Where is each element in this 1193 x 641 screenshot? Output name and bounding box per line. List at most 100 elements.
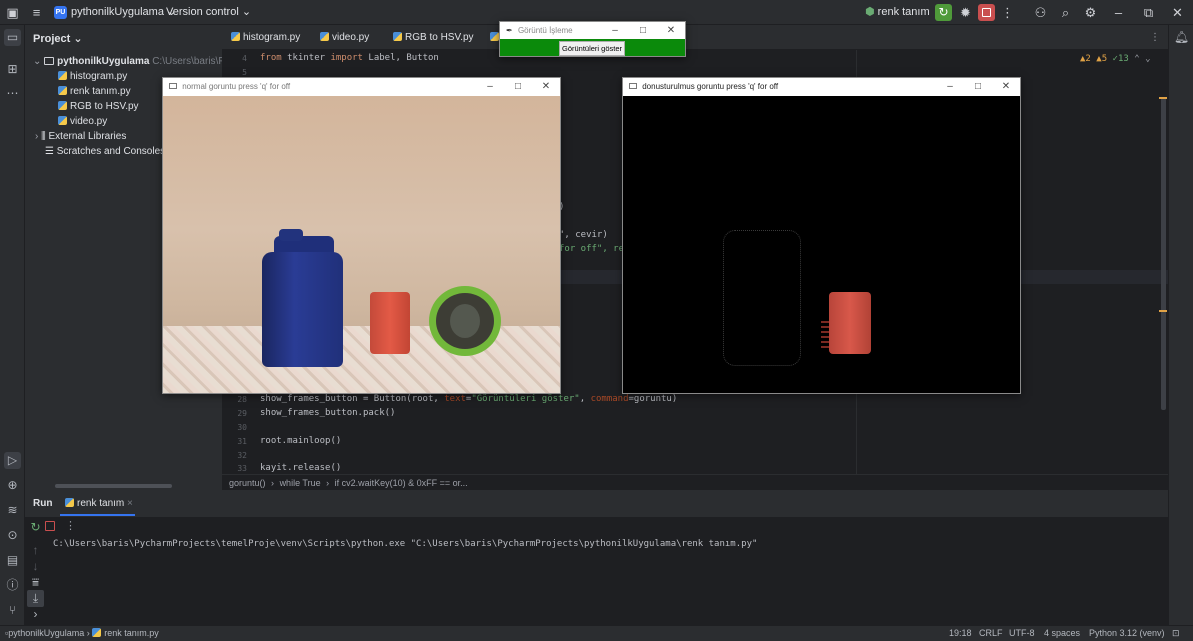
add-user-icon[interactable]: ⚇ (1032, 4, 1049, 21)
tree-scratches[interactable]: ☰ Scratches and Consoles (45, 144, 165, 159)
project-panel-header[interactable]: Project ⌄ (33, 32, 83, 45)
chevron-right-icon: › (326, 478, 330, 488)
settings-gear-icon[interactable]: ⚙ (1082, 4, 1099, 21)
breadcrumb-item[interactable]: if cv2.waitKey(10) & 0xFF == or... (335, 478, 468, 488)
status-path-project: pythonilkUygulama (8, 628, 85, 638)
code-keyword: import (330, 53, 363, 63)
close-icon[interactable]: ✕ (1169, 4, 1186, 21)
code-param: text (444, 394, 466, 404)
python-packages-icon[interactable]: ⊕ (4, 477, 21, 494)
problems-icon[interactable]: ⓘ (4, 577, 21, 594)
tabs-more-icon[interactable]: ⋮ (1150, 25, 1160, 50)
lock-icon[interactable]: ⊡ (1172, 626, 1180, 641)
tk-window-titlebar[interactable]: ✒ Görüntü İşleme – □ ✕ (500, 22, 685, 39)
run-config-selector[interactable]: ⬢ renk tanım ⌄ (865, 0, 942, 25)
tree-root-path: C:\Users\baris\PycharmProjects\pythonilk… (152, 56, 222, 67)
git-icon[interactable]: ⑂ (4, 602, 21, 619)
maximize-icon[interactable]: □ (508, 78, 528, 96)
code-line-33: kayit.release() (260, 463, 342, 473)
line-number: 4 (242, 54, 247, 63)
tree-file-renk-tanim[interactable]: renk tanım.py (58, 84, 131, 99)
maximize-icon[interactable]: □ (968, 78, 988, 96)
arrow-up-icon[interactable]: ↑ (27, 542, 44, 559)
scroll-to-end-icon[interactable]: ⤓ (27, 590, 44, 607)
table-surface (163, 326, 560, 393)
tree-file-rgb-to-hsv[interactable]: RGB to HSV.py (58, 99, 139, 114)
close-tab-icon[interactable]: × (127, 498, 133, 509)
status-path[interactable]: ▫pythonilkUygulama › renk tanım.py (5, 626, 159, 641)
normal-window-titlebar[interactable]: normal goruntu press 'q' for off – □ ✕ (163, 78, 560, 96)
run-tab-renk-tanim[interactable]: renk tanım × (65, 498, 133, 509)
minimize-icon[interactable]: – (940, 78, 960, 96)
restore-icon[interactable]: ⧉ (1140, 4, 1157, 21)
vertical-scrollbar[interactable] (1161, 97, 1166, 410)
warning-marker[interactable] (1159, 97, 1167, 99)
more-tools-icon[interactable]: ⋯ (4, 85, 21, 102)
stop-button[interactable] (978, 4, 995, 21)
more-icon[interactable]: › (27, 606, 44, 623)
vcs-selector[interactable]: Version control ⌄ (166, 0, 251, 25)
code-line-4: from tkinter import Label, Button (260, 53, 439, 63)
structure-icon[interactable]: ⊞ (4, 61, 21, 78)
horizontal-scrollbar[interactable] (55, 484, 172, 488)
project-selector-label: pythonilkUygulama (71, 6, 164, 18)
run-config-icon: ⬢ (865, 6, 875, 18)
tk-window: ✒ Görüntü İşleme – □ ✕ Görüntüleri göste… (499, 21, 686, 57)
search-icon[interactable]: ⌕ (1057, 4, 1074, 21)
maximize-icon[interactable]: □ (633, 22, 653, 40)
notifications-bell-icon[interactable]: 🔔︎ (1173, 29, 1190, 46)
more-actions-icon[interactable]: ⋮ (65, 519, 76, 532)
run-tool-icon[interactable]: ▷ (4, 452, 21, 469)
services-icon[interactable]: ⊙ (4, 527, 21, 544)
more-actions-icon[interactable]: ⋮ (999, 4, 1016, 21)
tree-file-video[interactable]: video.py (58, 114, 107, 129)
caret-position[interactable]: 19:18 (949, 626, 972, 641)
chevron-up-icon: ⌃ (1134, 54, 1140, 64)
code-line-29: show_frames_button.pack() (260, 408, 396, 418)
terminal-icon[interactable]: ▤ (4, 552, 21, 569)
close-icon[interactable]: ✕ (536, 78, 556, 96)
soft-wrap-icon[interactable]: ⩸ (27, 574, 44, 591)
close-icon[interactable]: ✕ (661, 22, 681, 40)
line-separator[interactable]: CRLF (979, 626, 1003, 641)
python-file-icon (58, 116, 67, 125)
show-frames-button[interactable]: Görüntüleri göster (559, 41, 625, 56)
minimize-icon[interactable]: – (480, 78, 500, 96)
main-menu-icon[interactable]: ≡ (28, 4, 45, 21)
tab-video[interactable]: video.py (320, 25, 369, 50)
python-file-icon (58, 71, 67, 80)
tree-root[interactable]: ⌄ pythonilkUygulama C:\Users\baris\Pycha… (33, 54, 222, 69)
line-number: 30 (237, 423, 247, 432)
warning-count: 2 (1085, 54, 1091, 64)
stop-icon[interactable] (45, 521, 55, 531)
tab-histogram[interactable]: histogram.py (231, 25, 300, 50)
code-fragment: for off", rec (559, 244, 630, 254)
breadcrumb-item[interactable]: while True (280, 478, 321, 488)
rerun-icon[interactable]: ↻ (27, 519, 44, 536)
debug-icon[interactable]: ✹ (957, 4, 974, 21)
line-number: 31 (237, 437, 247, 446)
app-logo-icon: ▣ (6, 5, 19, 20)
bottle-outline-noise (723, 230, 801, 366)
arrow-down-icon[interactable]: ↓ (27, 558, 44, 575)
tree-external-libraries[interactable]: › ⫼ External Libraries (35, 129, 126, 144)
project-selector[interactable]: pythonilkUygulama ⌄ (71, 0, 176, 25)
layers-icon[interactable]: ≋ (4, 502, 21, 519)
rerun-icon[interactable]: ↻ (935, 4, 952, 21)
breadcrumb-item[interactable]: goruntu() (229, 478, 266, 488)
minimize-icon[interactable]: – (1110, 4, 1127, 21)
line-number: 5 (242, 68, 247, 77)
python-file-icon (490, 32, 499, 41)
project-view-icon[interactable]: ▭ (4, 29, 21, 46)
file-encoding[interactable]: UTF-8 (1009, 626, 1035, 641)
close-icon[interactable]: ✕ (996, 78, 1016, 96)
warning-marker[interactable] (1159, 310, 1167, 312)
tree-file-histogram[interactable]: histogram.py (58, 69, 127, 84)
minimize-icon[interactable]: – (605, 22, 625, 40)
converted-window-titlebar[interactable]: donusturulmus goruntu press 'q' for off … (623, 78, 1020, 96)
indent-setting[interactable]: 4 spaces (1044, 626, 1080, 641)
converted-window-title: donusturulmus goruntu press 'q' for off (642, 82, 779, 91)
inspection-widget[interactable]: ▲2 ▲5 ✓13 ⌃ ⌄ (1080, 54, 1150, 64)
tab-rgb-to-hsv[interactable]: RGB to HSV.py (393, 25, 474, 50)
python-interpreter[interactable]: Python 3.12 (venv) (1089, 626, 1165, 641)
